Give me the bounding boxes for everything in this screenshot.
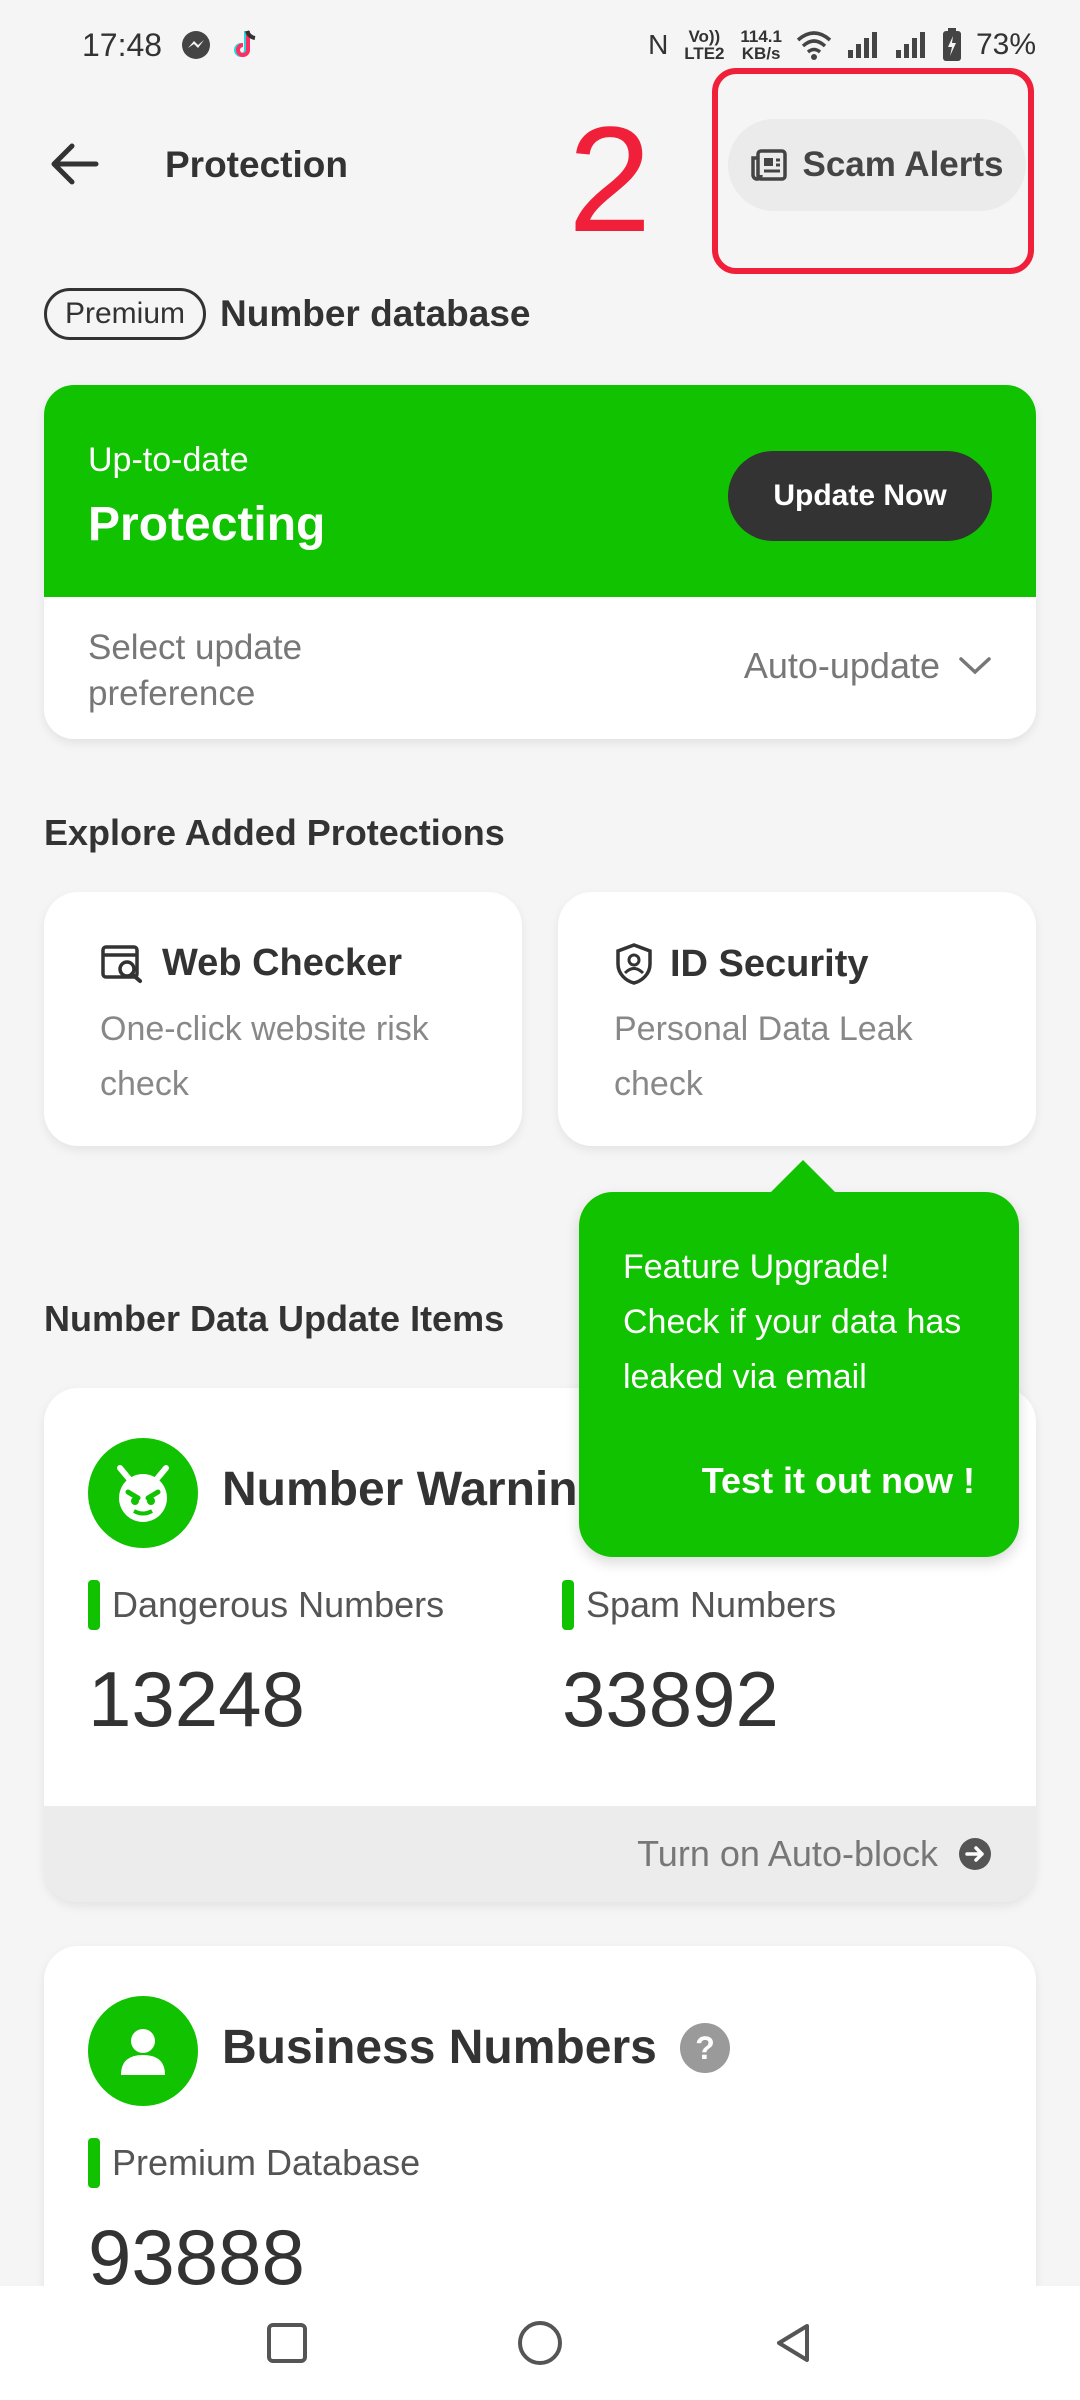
premium-database-metric: Premium Database 93888 [88,2138,420,2303]
signal-icon-2 [894,30,928,60]
business-numbers-title: Business Numbers [222,2021,657,2074]
triangle-back-icon [777,2324,810,2362]
help-icon[interactable]: ? [679,2022,731,2074]
square-icon [266,2323,307,2363]
update-now-button[interactable]: Update Now [728,451,992,541]
system-back-button[interactable] [763,2313,823,2373]
volte-indicator: Vo)) LTE2 [684,27,725,63]
auto-block-label: Turn on Auto-block [637,1833,938,1874]
updates-section-title: Number Data Update Items [44,1298,505,1339]
arrow-left-icon [51,143,99,185]
home-button[interactable] [510,2313,570,2373]
system-nav-bar [0,2286,1080,2400]
dangerous-numbers-label: Dangerous Numbers [112,1584,445,1625]
network-speed: 114.1 [740,27,782,46]
battery-percent: 73% [975,28,1036,61]
update-preference-select[interactable]: Auto-update [744,645,992,687]
clock: 17:48 [82,26,163,63]
recents-button[interactable] [257,2313,317,2373]
arrow-right-circle-icon [959,1838,991,1870]
spam-numbers-label: Spam Numbers [586,1584,837,1625]
devil-icon [88,1438,198,1548]
web-checker-desc: One-click website risk check [100,1010,429,1103]
circle-icon [517,2321,562,2365]
spam-numbers-metric: Spam Numbers 33892 [562,1580,836,1745]
web-checker-card[interactable]: Web Checker One-click website risk check [44,892,522,1146]
nfc-icon: N [648,29,669,60]
update-preference-label: Select update preference [88,628,303,713]
dangerous-numbers-metric: Dangerous Numbers 13248 [88,1580,444,1745]
tooltip-text: Feature Upgrade! Check if your data has … [623,1248,962,1396]
number-warning-title: Number Warning [222,1463,607,1516]
chevron-down-icon [959,657,991,675]
annotation-highlight-box [712,68,1034,274]
tiktok-icon [230,28,260,62]
protection-status-card: Up-to-date Protecting Update Now Select … [44,385,1036,739]
shield-user-icon [616,943,652,985]
back-button[interactable] [44,132,108,196]
database-title: Number database [220,293,531,334]
spam-numbers-value: 33892 [562,1655,779,1743]
database-heading: Premium Number database [44,288,531,340]
update-preference-value: Auto-update [743,645,940,686]
svg-text:?: ? [695,2030,715,2066]
battery-icon [942,28,962,62]
annotation-number: 2 [568,95,652,263]
status-title: Protecting [88,498,326,551]
status-subtitle: Up-to-date [88,441,249,479]
web-search-icon [101,944,142,983]
user-icon [88,1996,198,2106]
network-speed-unit: KB/s [741,44,781,63]
messenger-icon [180,29,212,61]
auto-block-link[interactable]: Turn on Auto-block [44,1806,1036,1902]
id-security-desc: Personal Data Leak check [614,1010,913,1103]
web-checker-title: Web Checker [162,942,403,984]
page-title: Protection [165,144,348,185]
test-it-out-button[interactable]: Test it out now ! [702,1460,975,1502]
status-banner: Up-to-date Protecting Update Now [44,385,1036,597]
id-security-card[interactable]: ID Security Personal Data Leak check [558,892,1036,1146]
dangerous-numbers-value: 13248 [88,1655,305,1743]
update-preference-row[interactable]: Select update preference Auto-update [44,597,1036,739]
signal-icon-1 [846,30,880,60]
premium-database-label: Premium Database [112,2142,421,2183]
app-header: Protection 2 Scam Alerts [0,68,1080,274]
premium-badge: Premium [44,288,207,340]
explore-section-title: Explore Added Protections [44,812,505,853]
wifi-icon [796,30,832,60]
feature-upgrade-tooltip[interactable]: Feature Upgrade! Check if your data has … [579,1160,1019,1557]
id-security-title: ID Security [670,942,869,985]
